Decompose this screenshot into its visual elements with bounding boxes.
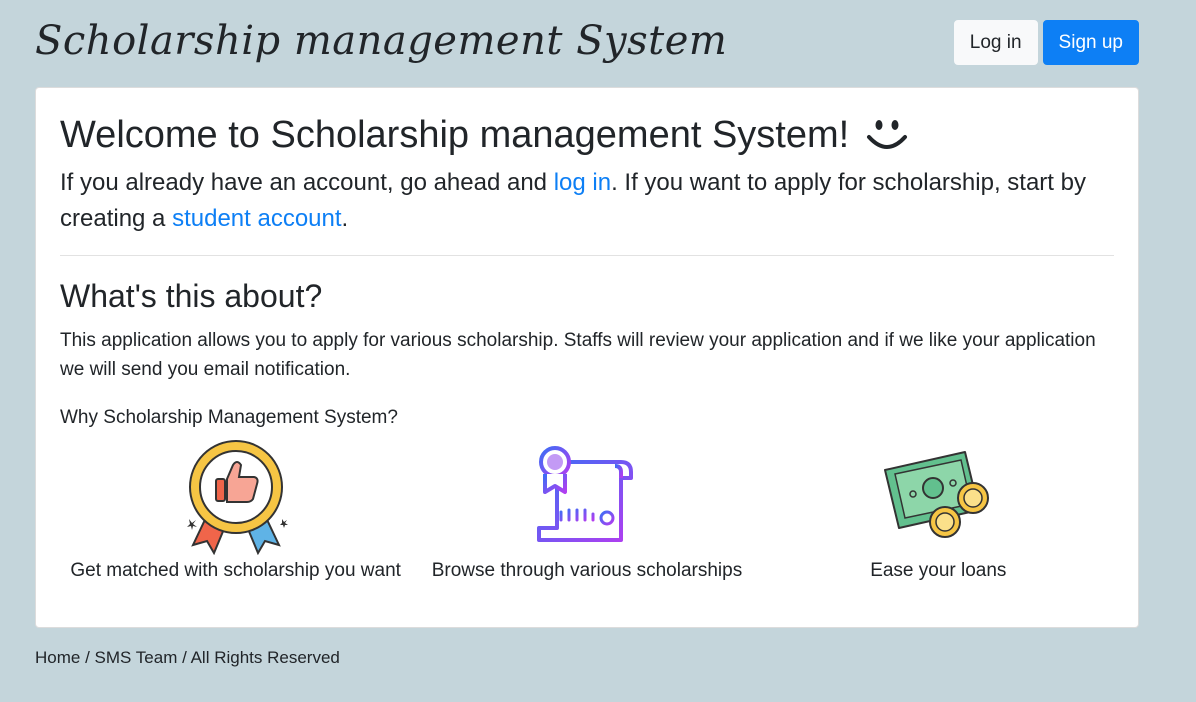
smiley-icon	[865, 117, 909, 157]
intro-login-link[interactable]: log in	[554, 169, 611, 196]
why-text: Why Scholarship Management System?	[60, 407, 398, 428]
welcome-title: Welcome to Scholarship management System…	[60, 114, 850, 156]
intro-part3: .	[341, 205, 349, 232]
feature-item: Browse through various scholarships	[411, 436, 762, 584]
welcome-card: Welcome to Scholarship management System…	[35, 87, 1139, 628]
intro-part1: If you already have an account, go ahead…	[60, 169, 554, 196]
about-text: This application allows you to apply for…	[60, 330, 1096, 380]
footer-rights: All Rights Reserved	[190, 648, 340, 667]
divider	[60, 255, 1114, 256]
certificate-scroll-icon	[527, 436, 647, 556]
about-heading: What's this about?	[60, 278, 323, 314]
footer-team-link[interactable]: SMS Team	[95, 648, 178, 667]
award-thumbs-up-icon	[176, 436, 296, 556]
feature-caption: Get matched with scholarship you want	[70, 560, 401, 581]
feature-caption: Browse through various scholarships	[431, 560, 743, 581]
footer-separator: /	[80, 648, 95, 667]
footer-home-link[interactable]: Home	[35, 648, 80, 667]
feature-item: Ease your loans	[763, 436, 1114, 584]
intro-text: If you already have an account, go ahead…	[60, 165, 1114, 237]
login-button[interactable]: Log in	[953, 20, 1038, 65]
money-coins-icon	[878, 436, 998, 556]
nav-buttons: Log in Sign up	[953, 20, 1139, 65]
signup-button[interactable]: Sign up	[1042, 20, 1139, 65]
welcome-heading: Welcome to Scholarship management System…	[60, 112, 1114, 158]
feature-item: Get matched with scholarship you want	[60, 436, 411, 584]
feature-caption: Ease your loans	[870, 560, 1007, 581]
features-row: Get matched with scholarship you want Br…	[60, 436, 1114, 584]
intro-student-account-link[interactable]: student account	[172, 205, 341, 232]
site-brand[interactable]: Scholarship management System	[35, 18, 727, 64]
footer: Home / SMS Team / All Rights Reserved	[35, 648, 340, 668]
footer-separator: /	[177, 648, 191, 667]
